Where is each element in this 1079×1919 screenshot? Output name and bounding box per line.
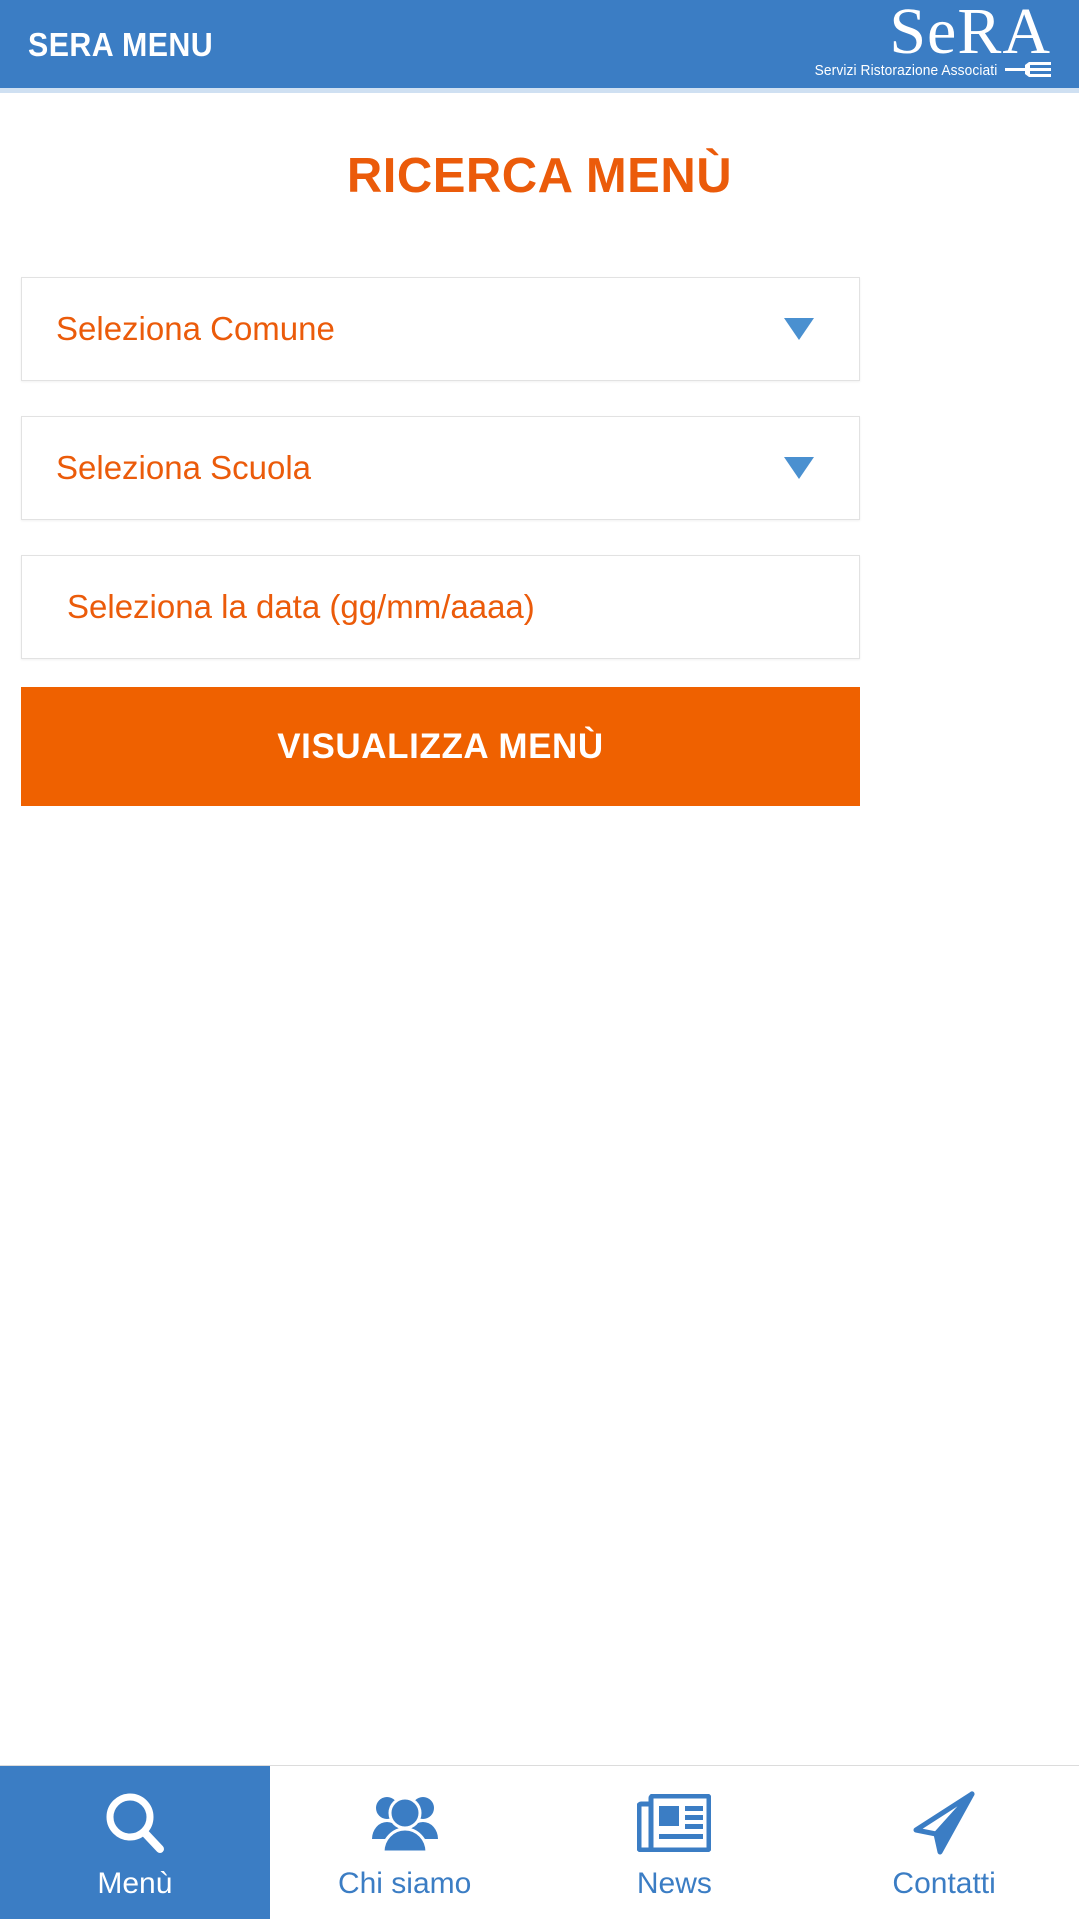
nav-item-news[interactable]: News (540, 1766, 810, 1919)
nav-item-contatti[interactable]: Contatti (809, 1766, 1079, 1919)
paper-plane-icon (910, 1787, 978, 1859)
nav-item-menu[interactable]: Menù (0, 1766, 270, 1919)
people-icon (370, 1787, 440, 1859)
search-icon (104, 1787, 166, 1859)
search-form: Seleziona Comune Seleziona Scuola Selezi… (21, 277, 860, 806)
visualizza-menu-button[interactable]: VISUALIZZA MENÙ (21, 687, 860, 806)
date-input-label: Seleziona la data (gg/mm/aaaa) (67, 588, 535, 625)
date-input[interactable]: Seleziona la data (gg/mm/aaaa) (21, 555, 860, 659)
chevron-down-icon[interactable] (784, 318, 814, 340)
bottom-navigation-bar: Menù Chi siamo News Contatti (0, 1765, 1079, 1919)
nav-item-menu-label: Menù (97, 1866, 173, 1900)
app-header: SERA MENU SeRA Servizi Ristorazione Asso… (0, 0, 1079, 93)
brand-tagline: Servizi Ristorazione Associati (814, 63, 997, 80)
select-scuola-label: Seleziona Scuola (56, 449, 312, 486)
brand-wordmark: SeRA (889, 0, 1051, 68)
nav-item-news-label: News (636, 1866, 712, 1900)
fork-icon (1005, 62, 1051, 78)
newspaper-icon (637, 1787, 712, 1859)
select-comune-label: Seleziona Comune (56, 310, 335, 347)
chevron-down-icon[interactable] (784, 457, 814, 479)
brand-logo: SeRA Servizi Ristorazione Associati (805, 0, 1055, 87)
page-title: RICERCA MENÙ (346, 149, 733, 203)
nav-item-chi-siamo[interactable]: Chi siamo (270, 1766, 540, 1919)
nav-item-chi-siamo-label: Chi siamo (337, 1866, 472, 1900)
app-title: SERA MENU (28, 25, 214, 63)
brand-tagline-row: Servizi Ristorazione Associati (805, 60, 1051, 82)
nav-item-contatti-label: Contatti (892, 1866, 996, 1900)
select-scuola[interactable]: Seleziona Scuola (21, 416, 860, 520)
select-comune[interactable]: Seleziona Comune (21, 277, 860, 381)
